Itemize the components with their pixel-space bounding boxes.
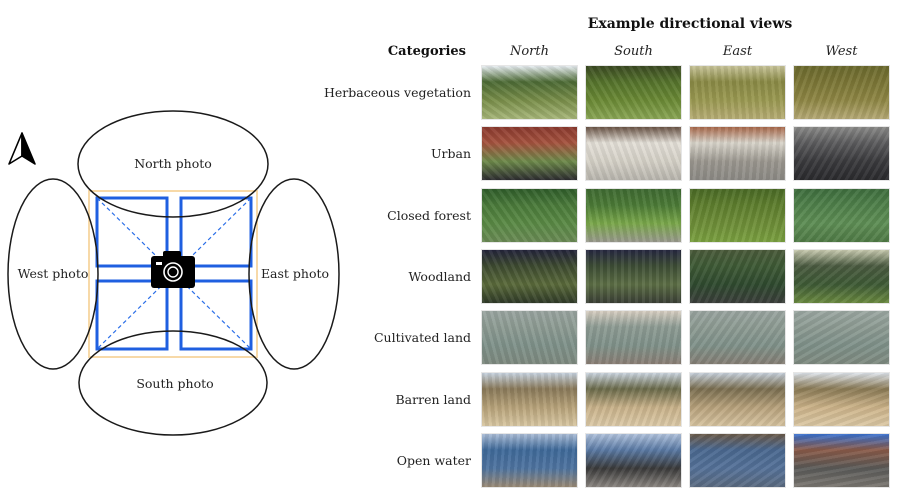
photo-texture: [794, 433, 889, 487]
photo-texture: [482, 188, 577, 242]
camera-view-diagram: North photo South photo West photo East …: [7, 110, 340, 436]
east-photo-label: East photo: [261, 266, 329, 281]
quadrant-sw: [95, 279, 169, 351]
photo-texture: [482, 433, 577, 487]
example-photo-west: [793, 371, 890, 427]
column-header-north: North: [509, 44, 549, 59]
example-photo-south: [585, 248, 682, 304]
photo-texture: [586, 127, 681, 181]
photo-texture: [586, 249, 681, 303]
photo-texture: [586, 433, 681, 487]
photo-texture: [690, 249, 785, 303]
column-header-west: West: [825, 44, 858, 59]
category-label: Barren land: [395, 391, 471, 407]
west-photo-label: West photo: [18, 266, 89, 281]
example-photo-north: [481, 248, 578, 304]
photo-texture: [690, 311, 785, 365]
column-header-south: South: [614, 44, 653, 59]
photo-texture: [586, 311, 681, 365]
example-photo-north: [481, 371, 578, 427]
example-photo-east: [689, 126, 786, 182]
example-photo-east: [689, 187, 786, 243]
photo-texture: [586, 188, 681, 242]
photo-texture: [794, 249, 889, 303]
category-label: Open water: [396, 452, 471, 468]
quadrant-se: [179, 279, 253, 351]
photo-texture: [794, 372, 889, 426]
example-photo-west: [793, 65, 890, 120]
photo-texture: [690, 127, 785, 181]
north-arrow-icon: [8, 132, 36, 165]
example-photo-south: [585, 432, 682, 488]
figure-title: Example directional views: [587, 16, 793, 32]
photo-texture: [794, 66, 889, 119]
photo-texture: [482, 66, 577, 119]
photo-texture: [586, 66, 681, 119]
category-label: Closed forest: [387, 207, 471, 223]
example-photo-north: [481, 432, 578, 488]
photo-texture: [482, 311, 577, 365]
category-label: Herbaceous vegetation: [323, 85, 471, 100]
photo-texture: [482, 249, 577, 303]
south-photo-label: South photo: [136, 376, 213, 391]
example-photo-east: [689, 310, 786, 366]
category-label: Woodland: [408, 268, 471, 284]
example-photo-east: [689, 371, 786, 427]
example-photo-south: [585, 371, 682, 427]
photo-texture: [690, 66, 785, 119]
example-photo-east: [689, 248, 786, 304]
photo-texture: [690, 433, 785, 487]
category-label: Cultivated land: [373, 330, 471, 346]
example-photo-south: [585, 187, 682, 243]
photo-texture: [482, 372, 577, 426]
north-photo-label: North photo: [134, 156, 212, 171]
example-photo-north: [481, 310, 578, 366]
example-photo-south: [585, 65, 682, 120]
categories-header: Categories: [387, 44, 466, 59]
photo-texture: [586, 372, 681, 426]
example-photo-west: [793, 432, 890, 488]
example-photo-north: [481, 187, 578, 243]
example-photo-east: [689, 65, 786, 120]
example-photo-south: [585, 310, 682, 366]
example-photo-east: [689, 432, 786, 488]
example-photo-west: [793, 310, 890, 366]
photo-texture: [690, 372, 785, 426]
category-label: Urban: [430, 146, 471, 162]
example-photo-west: [793, 126, 890, 182]
photo-texture: [794, 188, 889, 242]
example-photo-north: [481, 126, 578, 182]
example-photo-west: [793, 187, 890, 243]
photo-texture: [794, 127, 889, 181]
column-header-east: East: [722, 44, 753, 59]
photo-texture: [794, 311, 889, 365]
camera-icon: [151, 251, 195, 288]
example-photo-south: [585, 126, 682, 182]
example-photo-north: [481, 65, 578, 120]
photo-texture: [690, 188, 785, 242]
example-photo-west: [793, 248, 890, 304]
photo-texture: [482, 127, 577, 181]
